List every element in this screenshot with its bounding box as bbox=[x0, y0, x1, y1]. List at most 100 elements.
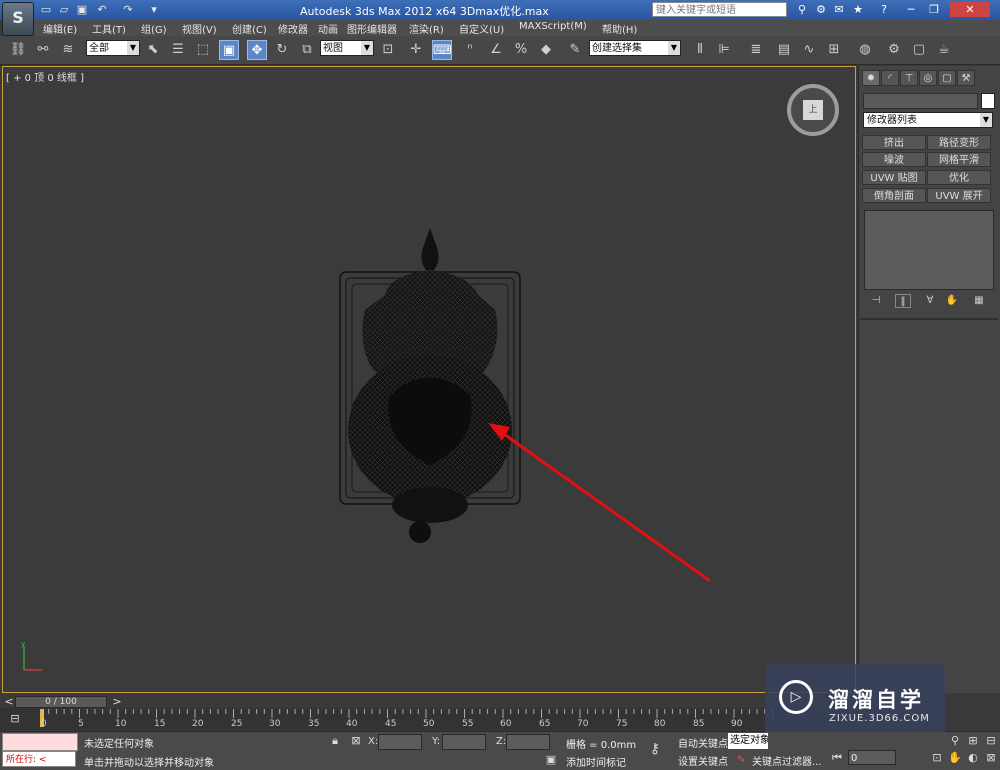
viewport-label[interactable]: [ + 0 顶 0 线框 ] bbox=[6, 69, 84, 84]
chevron-left-icon[interactable]: < bbox=[2, 695, 16, 709]
modifier-button-extrude[interactable]: 挤出 bbox=[862, 135, 926, 150]
configure-modifier-sets-icon[interactable]: ▦ bbox=[971, 294, 987, 308]
binoculars-icon[interactable]: ⚲ bbox=[794, 2, 810, 17]
undo-icon[interactable]: ↶ bbox=[94, 2, 110, 17]
modifier-button-uvw-map[interactable]: UVW 贴图 bbox=[862, 170, 926, 185]
object-color-swatch[interactable] bbox=[981, 93, 995, 109]
x-coordinate-field[interactable] bbox=[378, 734, 422, 750]
open-file-icon[interactable]: ▱ bbox=[56, 2, 72, 17]
close-icon[interactable]: ✕ bbox=[950, 2, 990, 17]
zoom-extents-icon[interactable]: ⊞ bbox=[966, 734, 980, 748]
menu-animation[interactable]: 动画 bbox=[318, 21, 338, 36]
rendered-frame-icon[interactable]: ▢ bbox=[909, 40, 929, 60]
make-unique-icon[interactable]: ∀ bbox=[922, 294, 938, 308]
modifier-button-unwrap-uvw[interactable]: UVW 展开 bbox=[927, 188, 991, 203]
tab-hierarchy[interactable]: ⊤ bbox=[900, 70, 918, 86]
menu-help[interactable]: 帮助(H) bbox=[602, 21, 637, 36]
maximize-viewport-icon[interactable]: ⊠ bbox=[984, 751, 998, 765]
quick-access-dropdown-icon[interactable]: ▾ bbox=[146, 2, 162, 17]
help-icon[interactable]: ? bbox=[876, 2, 892, 17]
spinner-snap-icon[interactable]: ◆ bbox=[536, 40, 556, 60]
tab-create[interactable]: ✸ bbox=[862, 70, 880, 86]
menu-customize[interactable]: 自定义(U) bbox=[459, 21, 504, 36]
schematic-view-icon[interactable]: ⊞ bbox=[824, 40, 844, 60]
orbit-icon[interactable]: ◐ bbox=[966, 751, 980, 765]
pivot-center-icon[interactable]: ⊡ bbox=[378, 40, 398, 60]
snaps-toggle-icon[interactable]: ⁿ bbox=[460, 40, 480, 60]
select-and-move-icon[interactable]: ✥ bbox=[247, 40, 267, 60]
tab-display[interactable]: ▢ bbox=[938, 70, 956, 86]
tab-modify[interactable]: ◜ bbox=[881, 70, 899, 86]
absolute-mode-icon[interactable]: ⊠ bbox=[349, 734, 363, 748]
mirror-icon[interactable]: ⫴ bbox=[690, 40, 710, 60]
menu-maxscript[interactable]: MAXScript(M) bbox=[519, 21, 587, 32]
select-and-rotate-icon[interactable]: ↻ bbox=[272, 40, 292, 60]
modifier-button-meshsmooth[interactable]: 网格平滑 bbox=[927, 152, 991, 167]
align-icon[interactable]: ⊫ bbox=[714, 40, 734, 60]
material-editor-icon[interactable]: ◍ bbox=[855, 40, 875, 60]
time-slider-thumb[interactable]: 0 / 100 bbox=[15, 696, 107, 708]
key-filters-icon[interactable]: ∿ bbox=[734, 752, 748, 766]
show-end-result-icon[interactable]: ‖ bbox=[895, 294, 911, 308]
time-slider[interactable] bbox=[0, 695, 856, 707]
go-to-start-icon[interactable]: ⏮ bbox=[830, 751, 844, 765]
chevron-right-icon[interactable]: > bbox=[110, 695, 124, 709]
tab-utilities[interactable]: ⚒ bbox=[957, 70, 975, 86]
help-search-input[interactable]: 键入关键字或短语 bbox=[652, 2, 787, 17]
modifier-button-bevel-profile[interactable]: 倒角剖面 bbox=[862, 188, 926, 203]
subscription-icon[interactable]: ⚙ bbox=[813, 2, 829, 17]
menu-rendering[interactable]: 渲染(R) bbox=[409, 21, 444, 36]
maxscript-listener-mini[interactable] bbox=[2, 733, 78, 751]
auto-key-button[interactable]: 自动关键点 bbox=[678, 735, 728, 750]
z-coordinate-field[interactable] bbox=[506, 734, 550, 750]
pin-stack-icon[interactable]: ⊣ bbox=[868, 294, 884, 308]
modifier-list-dropdown[interactable]: 修改器列表 ▼ bbox=[863, 112, 993, 128]
unlink-icon[interactable]: ⚯ bbox=[33, 40, 53, 60]
viewcube-face-top[interactable]: 上 bbox=[803, 100, 823, 120]
curve-editor-icon[interactable]: ∿ bbox=[799, 40, 819, 60]
menu-views[interactable]: 视图(V) bbox=[182, 21, 217, 36]
select-by-name-icon[interactable]: ☰ bbox=[168, 40, 188, 60]
zoom-all-icon[interactable]: ⊟ bbox=[984, 734, 998, 748]
menu-modifiers[interactable]: 修改器 bbox=[278, 21, 308, 36]
restore-icon[interactable]: ❐ bbox=[926, 2, 942, 17]
new-file-icon[interactable]: ▭ bbox=[38, 2, 54, 17]
tab-motion[interactable]: ◎ bbox=[919, 70, 937, 86]
communication-icon[interactable]: ✉ bbox=[831, 2, 847, 17]
key-icon[interactable]: ⚷ bbox=[648, 742, 662, 756]
selection-filter-dropdown[interactable]: 全部 ▼ bbox=[86, 40, 140, 56]
select-and-scale-icon[interactable]: ⧉ bbox=[297, 40, 317, 60]
remove-modifier-icon[interactable]: ✋ bbox=[944, 294, 960, 308]
modifier-button-path-deform[interactable]: 路径变形 bbox=[927, 135, 991, 150]
redo-icon[interactable]: ↷ bbox=[120, 2, 136, 17]
time-config-icon[interactable]: ⊡ bbox=[930, 751, 944, 765]
modifier-button-noise[interactable]: 噪波 bbox=[862, 152, 926, 167]
menu-edit[interactable]: 编辑(E) bbox=[43, 21, 77, 36]
menu-tools[interactable]: 工具(T) bbox=[92, 21, 126, 36]
link-icon[interactable]: ⛓ bbox=[8, 40, 28, 60]
set-key-button[interactable]: 设置关键点 bbox=[678, 753, 728, 768]
minimize-icon[interactable]: ─ bbox=[903, 2, 919, 17]
edit-named-selection-icon[interactable]: ✎ bbox=[565, 40, 585, 60]
save-file-icon[interactable]: ▣ bbox=[74, 2, 90, 17]
keyboard-shortcut-override-icon[interactable]: ⌨ bbox=[432, 40, 452, 60]
named-selection-dropdown[interactable]: 创建选择集 ▼ bbox=[589, 40, 681, 56]
menu-graph-editors[interactable]: 图形编辑器 bbox=[347, 21, 397, 36]
reference-coord-dropdown[interactable]: 视图 ▼ bbox=[320, 40, 374, 56]
favorites-icon[interactable]: ★ bbox=[850, 2, 866, 17]
select-object-icon[interactable]: ⬉ bbox=[143, 40, 163, 60]
layer-manager-icon[interactable]: ≣ bbox=[746, 40, 766, 60]
y-coordinate-field[interactable] bbox=[442, 734, 486, 750]
add-time-tag[interactable]: 添加时间标记 bbox=[566, 754, 626, 769]
render-production-icon[interactable]: ☕ bbox=[934, 40, 954, 60]
object-name-field[interactable] bbox=[863, 93, 978, 109]
mini-curve-editor-icon[interactable]: ⊟ bbox=[8, 712, 22, 726]
rectangular-selection-icon[interactable]: ⬚ bbox=[193, 40, 213, 60]
percent-snap-icon[interactable]: % bbox=[511, 40, 531, 60]
lock-icon[interactable]: 🔒︎ bbox=[328, 734, 342, 748]
menu-create[interactable]: 创建(C) bbox=[232, 21, 267, 36]
bind-space-warp-icon[interactable]: ≋ bbox=[58, 40, 78, 60]
zoom-icon[interactable]: ⚲ bbox=[948, 734, 962, 748]
select-manipulate-icon[interactable]: ✛ bbox=[406, 40, 426, 60]
time-tag-icon[interactable]: ▣ bbox=[544, 753, 558, 767]
